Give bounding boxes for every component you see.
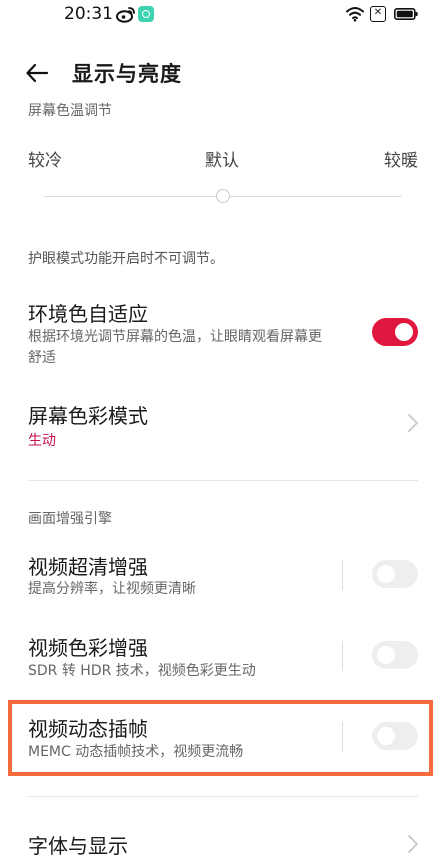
divider: [28, 796, 418, 797]
color-mode-title[interactable]: 屏幕色彩模式: [28, 400, 148, 429]
wifi-icon: [346, 7, 364, 22]
ambient-adapt-toggle[interactable]: [372, 318, 418, 346]
color-mode-value: 生动: [28, 433, 56, 449]
temp-label-cool: 较冷: [28, 151, 62, 171]
eye-care-note: 护眼模式功能开启时不可调节。: [28, 251, 224, 267]
color-temp-section-label: 屏幕色温调节: [28, 103, 112, 119]
color-temp-slider-thumb[interactable]: [216, 189, 230, 203]
back-arrow-icon[interactable]: [24, 60, 50, 86]
ambient-adapt-title: 环境色自适应: [28, 302, 148, 326]
vertical-divider: [342, 641, 343, 671]
page-title: 显示与亮度: [72, 62, 182, 86]
weibo-icon: [116, 7, 135, 23]
temp-label-warm: 较暖: [384, 151, 418, 171]
chevron-right-icon: [408, 414, 418, 432]
video-sr-subtitle: 提高分辨率，让视频更清晰: [28, 581, 196, 597]
video-sr-title: 视频超清增强: [28, 555, 148, 579]
divider: [28, 480, 418, 481]
no-sim-icon: ✕: [370, 6, 386, 22]
battery-icon: [394, 8, 418, 20]
vertical-divider: [342, 560, 343, 590]
temp-label-default: 默认: [205, 151, 239, 171]
chevron-right-icon: [408, 835, 418, 853]
enhance-engine-section-label: 画面增强引擎: [28, 511, 112, 527]
video-color-subtitle: SDR 转 HDR 技术，视频色彩更生动: [28, 663, 256, 679]
highlight-box: [8, 700, 433, 776]
video-sr-toggle[interactable]: [372, 560, 418, 588]
status-time: 20:31: [64, 4, 113, 24]
video-color-toggle[interactable]: [372, 641, 418, 669]
font-display-title[interactable]: 字体与显示: [28, 830, 128, 859]
ambient-adapt-subtitle: 根据环境光调节屏幕的色温，让眼睛观看屏幕更 舒适: [28, 329, 322, 366]
app-notification-icon: [138, 6, 154, 22]
video-color-title: 视频色彩增强: [28, 636, 148, 660]
